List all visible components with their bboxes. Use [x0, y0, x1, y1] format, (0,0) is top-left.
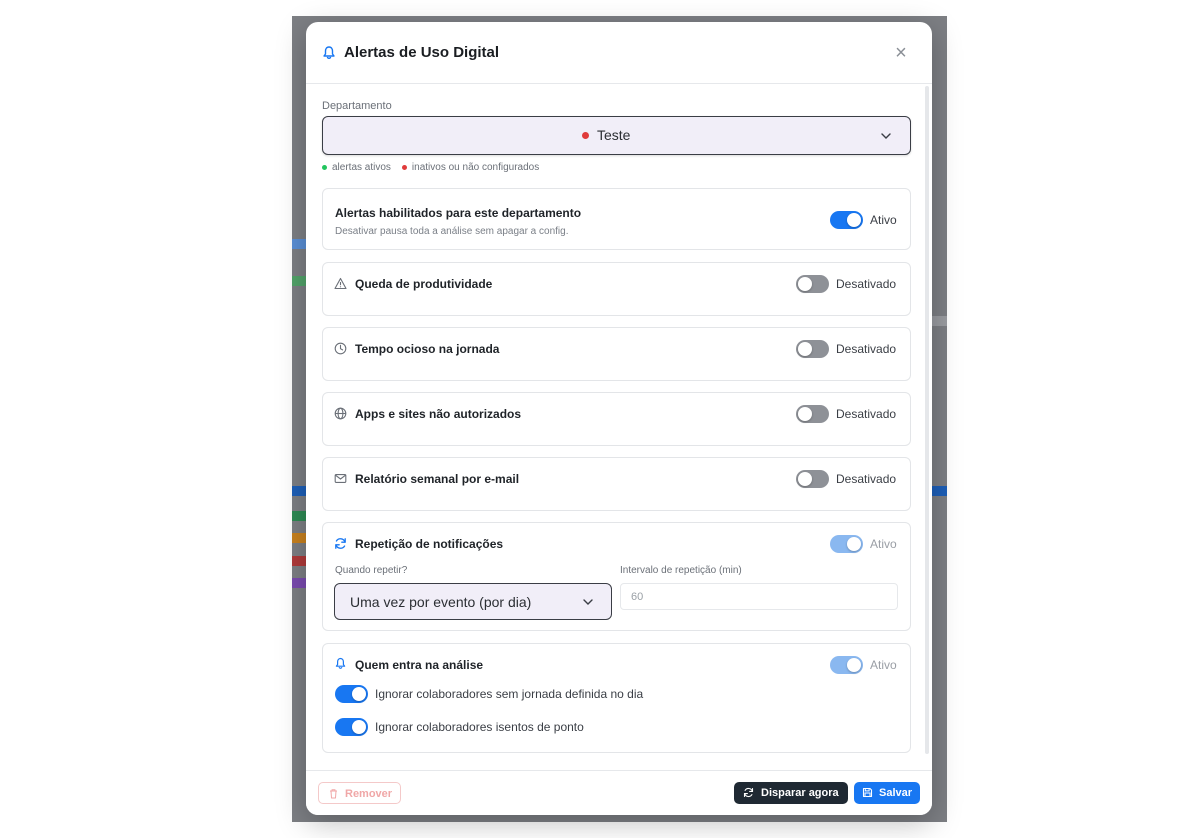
refresh-icon: [335, 538, 346, 549]
ignore-no-schedule-toggle[interactable]: [335, 685, 368, 703]
productivity-toggle[interactable]: [796, 275, 829, 293]
close-button[interactable]: ×: [891, 43, 911, 63]
repeat-when-select[interactable]: Uma vez por evento (por dia): [334, 583, 612, 620]
ignore-no-schedule-label: Ignorar colaboradores sem jornada defini…: [375, 687, 644, 701]
department-legend: alertas ativos inativos ou não configura…: [322, 162, 539, 173]
idle-time-status: Desativado: [836, 342, 897, 356]
alert-title-idle-time: Tempo ocioso na jornada: [355, 342, 500, 356]
alert-card-productivity: Queda de produtividade Desativado: [322, 262, 911, 316]
department-select-value: Teste: [597, 127, 631, 143]
analysis-status: Ativo: [870, 658, 897, 672]
repeat-when-label: Quando repetir?: [335, 565, 408, 576]
alert-title-weekly-report: Relatório semanal por e-mail: [355, 472, 520, 486]
mail-icon: [334, 474, 347, 483]
repeat-toggle[interactable]: [830, 535, 863, 553]
chevron-down-icon: [583, 599, 593, 605]
remove-button-label: Remover: [345, 788, 393, 800]
productivity-status: Desativado: [836, 277, 897, 291]
repeat-interval-value: 60: [631, 591, 644, 603]
refresh-icon: [743, 787, 754, 798]
enabled-toggle[interactable]: [830, 211, 863, 229]
modal-header: Alertas de Uso Digital ×: [306, 22, 932, 84]
alert-card-idle-time: Tempo ocioso na jornada Desativado: [322, 327, 911, 381]
enabled-card-title: Alertas habilitados para este departamen…: [335, 206, 582, 220]
warning-triangle-icon: [334, 277, 347, 290]
analysis-title: Quem entra na análise: [355, 658, 484, 672]
chevron-down-icon: [881, 133, 891, 139]
repeat-interval-label: Intervalo de repetição (min): [620, 565, 742, 576]
analysis-toggle[interactable]: [830, 656, 863, 674]
save-button[interactable]: Salvar: [854, 782, 920, 804]
enabled-status: Ativo: [870, 213, 897, 227]
department-status-dot: [582, 132, 589, 139]
repeat-interval-input[interactable]: 60: [620, 583, 898, 610]
scrollbar[interactable]: [925, 86, 929, 754]
repeat-title: Repetição de notificações: [355, 537, 504, 551]
alert-title-unauthorized-apps: Apps e sites não autorizados: [355, 407, 522, 421]
remove-button[interactable]: Remover: [318, 782, 401, 804]
weekly-report-status: Desativado: [836, 472, 897, 486]
department-select[interactable]: Teste: [322, 116, 911, 155]
trash-icon: [330, 789, 337, 799]
legend-active-text: alertas ativos: [332, 162, 391, 173]
bell-icon: [323, 46, 335, 60]
active-dot-icon: [322, 165, 327, 170]
weekly-report-toggle[interactable]: [796, 470, 829, 488]
repeat-status: Ativo: [870, 537, 897, 551]
inactive-dot-icon: [401, 165, 407, 170]
unauthorized-apps-toggle[interactable]: [796, 405, 829, 423]
idle-time-toggle[interactable]: [796, 340, 829, 358]
department-label: Departamento: [322, 100, 392, 112]
modal-title: Alertas de Uso Digital: [344, 44, 500, 61]
clock-icon: [334, 342, 347, 355]
globe-icon: [334, 407, 347, 420]
analysis-card: Quem entra na análise Ativo Ignorar cola…: [322, 643, 911, 753]
modal-footer: Remover Disparar agora Salvar: [306, 770, 932, 815]
alert-card-unauthorized-apps: Apps e sites não autorizados Desativado: [322, 392, 911, 446]
save-button-label: Salvar: [879, 787, 913, 799]
legend-inactive-text: inativos ou não configurados: [411, 162, 540, 173]
unauthorized-apps-status: Desativado: [836, 407, 897, 421]
alert-title-productivity: Queda de produtividade: [355, 277, 493, 291]
bell-icon: [335, 657, 346, 669]
ignore-exempt-label: Ignorar colaboradores isentos de ponto: [375, 720, 584, 734]
repeat-when-value: Uma vez por evento (por dia): [350, 594, 532, 610]
enabled-card-subtitle: Desativar pausa toda a análise sem apaga…: [335, 226, 569, 237]
ignore-exempt-toggle[interactable]: [335, 718, 368, 736]
alerts-modal: Alertas de Uso Digital × Departamento Te…: [306, 22, 932, 815]
alert-card-weekly-report: Relatório semanal por e-mail Desativado: [322, 457, 911, 511]
trigger-now-label: Disparar agora: [761, 787, 839, 799]
trigger-now-button[interactable]: Disparar agora: [734, 782, 848, 804]
save-icon: [862, 787, 873, 798]
enabled-card: Alertas habilitados para este departamen…: [322, 188, 911, 250]
